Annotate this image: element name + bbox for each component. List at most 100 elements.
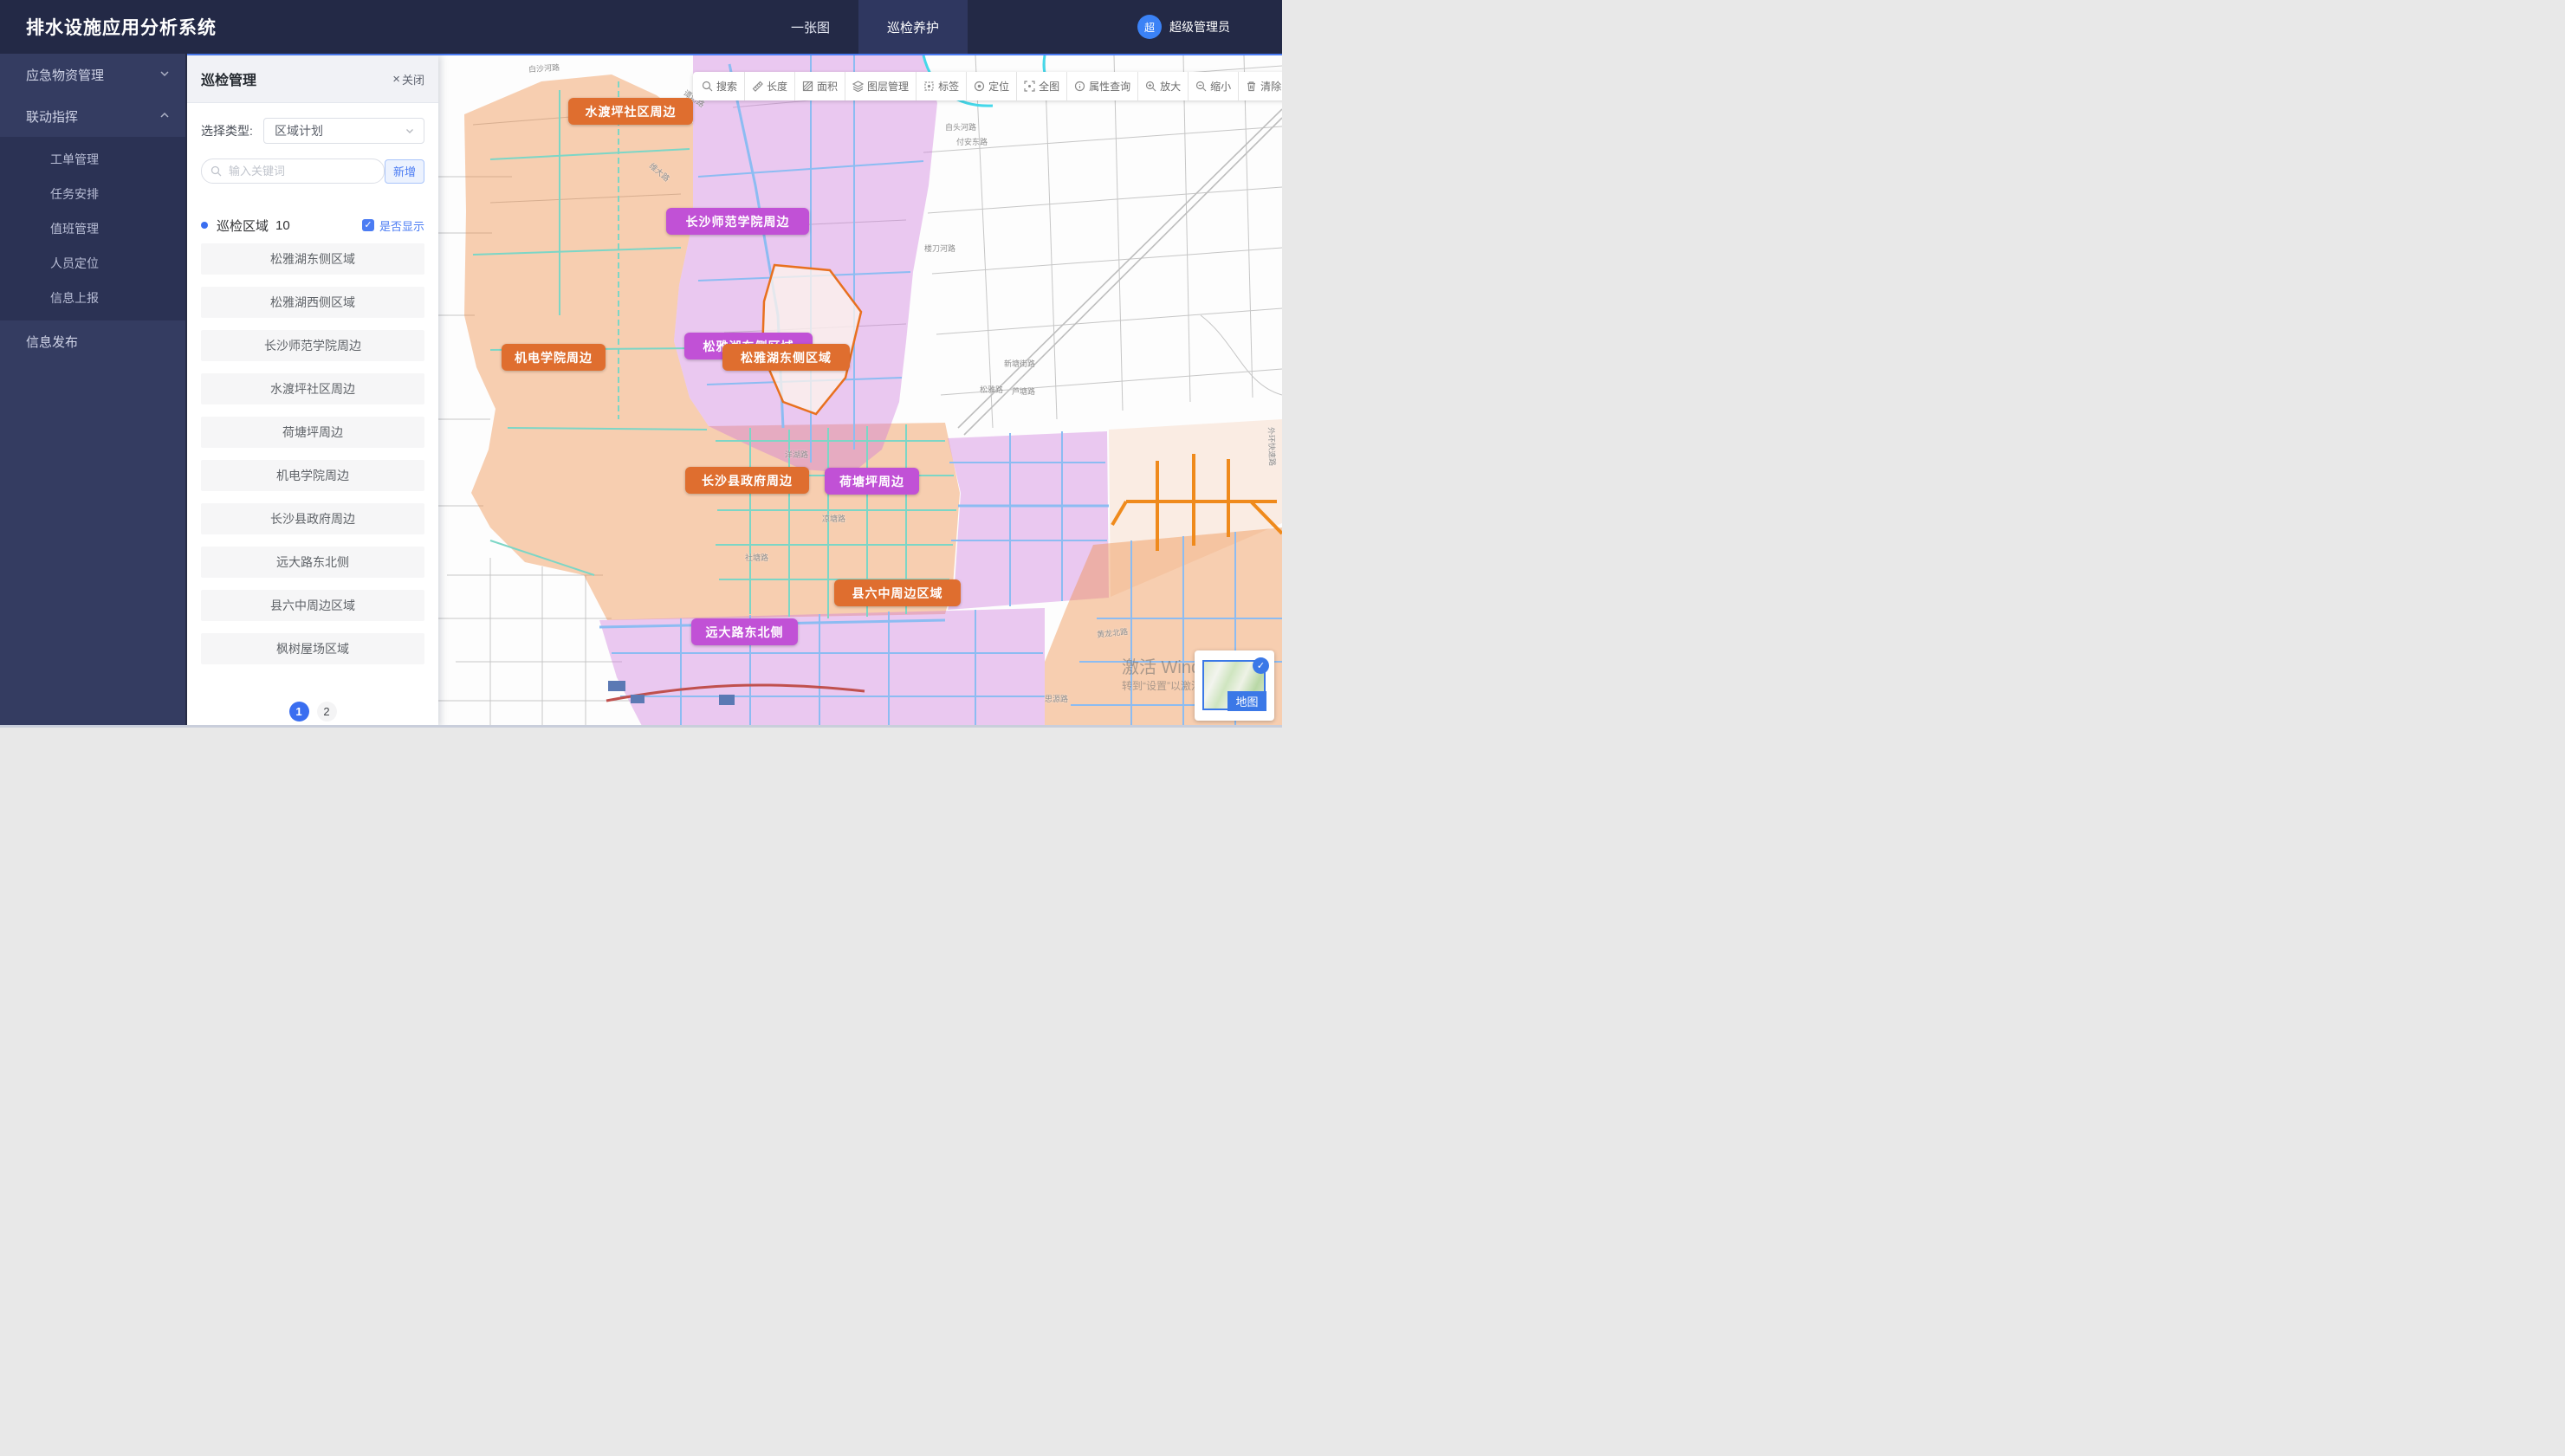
tool-search[interactable]: 搜索	[695, 72, 744, 100]
street-name: 松雅路	[980, 384, 1003, 395]
nav-tab-2[interactable]: 巡检养护	[858, 0, 968, 54]
sidebar-item-3[interactable]: 信息发布	[0, 320, 185, 362]
search-input[interactable]	[227, 164, 352, 178]
search-box[interactable]	[201, 159, 385, 184]
map-region-label[interactable]: 机电学院周边	[502, 344, 606, 371]
map-canvas[interactable]	[438, 55, 1282, 728]
map-region-label[interactable]: 荷塘坪周边	[825, 468, 919, 495]
tool-zoomin[interactable]: 放大	[1137, 72, 1188, 100]
bullet-dot-icon	[201, 222, 208, 229]
user-menu[interactable]: 超 超级管理员	[1137, 0, 1230, 54]
layers-icon	[852, 81, 864, 92]
basemap-switcher[interactable]: ✓ 地图	[1195, 650, 1274, 721]
sidebar-item-label: 信息发布	[26, 333, 78, 351]
region-list-item[interactable]: 县六中周边区域	[201, 590, 424, 621]
panel-title: 巡检管理	[201, 68, 256, 89]
map-region-label[interactable]: 水渡坪社区周边	[568, 98, 693, 125]
sidebar-item-2[interactable]: 联动指挥	[0, 95, 185, 137]
street-name: 思源路	[1045, 693, 1068, 704]
region-list-item[interactable]: 枫树屋场区域	[201, 633, 424, 664]
info-icon	[1074, 81, 1085, 92]
tool-label: 属性查询	[1089, 79, 1130, 94]
tool-label: 清除	[1260, 79, 1281, 94]
chevron-down-icon	[405, 126, 415, 136]
tag-icon	[923, 81, 935, 92]
tool-locate[interactable]: 定位	[966, 72, 1016, 100]
tool-label: 面积	[817, 79, 838, 94]
map-region-label[interactable]: 松雅湖东侧区域	[722, 344, 850, 371]
tool-label: 长度	[767, 79, 787, 94]
tool-label: 图层管理	[867, 79, 909, 94]
tool-area[interactable]: 面积	[794, 72, 845, 100]
ruler-icon	[752, 81, 763, 92]
tool-tag[interactable]: 标签	[916, 72, 966, 100]
pagination: 12	[187, 702, 438, 722]
region-list-item[interactable]: 松雅湖东侧区域	[201, 243, 424, 275]
add-button[interactable]: 新增	[385, 159, 424, 184]
avatar[interactable]: 超	[1137, 15, 1162, 39]
type-select[interactable]: 区域计划	[263, 118, 424, 144]
sidebar-item-label: 联动指挥	[26, 107, 78, 126]
tool-zoomout[interactable]: 缩小	[1188, 72, 1238, 100]
submenu-item[interactable]: 任务安排	[0, 177, 185, 211]
check-icon: ✓	[1253, 657, 1269, 674]
tool-ruler[interactable]: 长度	[744, 72, 794, 100]
show-toggle[interactable]: ✓ 是否显示	[362, 217, 424, 234]
content-area: 巡检管理 × 关闭 选择类型: 区域计划	[187, 54, 1282, 728]
page-button-2[interactable]: 2	[317, 702, 337, 722]
sidebar-item-label: 应急物资管理	[26, 66, 104, 84]
submenu-item[interactable]: 工单管理	[0, 142, 185, 177]
submenu-item[interactable]: 信息上报	[0, 281, 185, 315]
tool-fullmap[interactable]: 全图	[1016, 72, 1066, 100]
page-button-1[interactable]: 1	[289, 702, 309, 722]
map-region-label[interactable]: 远大路东北侧	[691, 618, 798, 645]
close-button[interactable]: × 关闭	[392, 71, 424, 87]
basemap-label[interactable]: 地图	[1227, 691, 1266, 711]
locate-icon	[974, 81, 985, 92]
region-list-item[interactable]: 荷塘坪周边	[201, 417, 424, 448]
inspection-panel: 巡检管理 × 关闭 选择类型: 区域计划	[187, 55, 438, 728]
chevron-down-icon	[159, 68, 170, 82]
sidebar: 应急物资管理联动指挥工单管理任务安排值班管理人员定位信息上报信息发布	[0, 54, 187, 728]
tool-layers[interactable]: 图层管理	[845, 72, 916, 100]
street-name: 自头河路	[945, 121, 976, 133]
checkbox-checked-icon[interactable]: ✓	[362, 219, 374, 231]
map-region-label[interactable]: 长沙县政府周边	[685, 467, 809, 494]
nav-tab-1[interactable]: 一张图	[762, 0, 858, 54]
panel-body: 选择类型: 区域计划 新增	[187, 103, 438, 728]
region-list-item[interactable]: 远大路东北侧	[201, 547, 424, 578]
map-region-label[interactable]: 长沙师范学院周边	[666, 208, 809, 235]
street-name: 付安东路	[956, 136, 988, 147]
region-list-item[interactable]: 松雅湖西侧区域	[201, 287, 424, 318]
submenu-item[interactable]: 人员定位	[0, 246, 185, 281]
street-name: 芦塘路	[1012, 385, 1035, 397]
region-list-item[interactable]: 水渡坪社区周边	[201, 373, 424, 404]
map-region-label[interactable]: 县六中周边区域	[834, 579, 961, 606]
map-area[interactable]: 搜索长度面积图层管理标签定位全图属性查询放大缩小清除 白沙河路谭坊路维大路自头河…	[438, 55, 1282, 728]
street-name: 社塘路	[745, 552, 768, 563]
map-toolbar: 搜索 长度 面积 图层管理标签定位 全图 属性查询 放大缩小 清除	[693, 72, 1282, 100]
close-icon: ×	[392, 73, 400, 86]
tool-info[interactable]: 属性查询	[1066, 72, 1137, 100]
username: 超级管理员	[1169, 18, 1230, 36]
panel-header: 巡检管理 × 关闭	[187, 55, 438, 103]
street-name: 新塘街路	[1004, 358, 1035, 369]
horizontal-scrollbar[interactable]	[0, 725, 1282, 728]
sidebar-item-1[interactable]: 应急物资管理	[0, 54, 185, 95]
app-window: 排水设施应用分析系统 一张图巡检养护 超 超级管理员 应急物资管理联动指挥工单管…	[0, 0, 1282, 728]
region-list-item[interactable]: 机电学院周边	[201, 460, 424, 491]
show-toggle-label: 是否显示	[379, 217, 424, 234]
tool-trash[interactable]: 清除	[1238, 72, 1282, 100]
app-title: 排水设施应用分析系统	[26, 14, 217, 40]
type-select-value: 区域计划	[275, 122, 323, 139]
tool-label: 放大	[1160, 79, 1181, 94]
region-list-item[interactable]: 长沙县政府周边	[201, 503, 424, 534]
type-select-label: 选择类型:	[201, 122, 263, 139]
fullmap-icon	[1024, 81, 1035, 92]
submenu-item[interactable]: 值班管理	[0, 211, 185, 246]
type-select-row: 选择类型: 区域计划	[201, 119, 424, 143]
region-group-row: 巡检区域 10 ✓ 是否显示	[201, 217, 424, 234]
region-list-item[interactable]: 长沙师范学院周边	[201, 330, 424, 361]
tool-label: 全图	[1039, 79, 1059, 94]
zoomout-icon	[1195, 81, 1207, 92]
